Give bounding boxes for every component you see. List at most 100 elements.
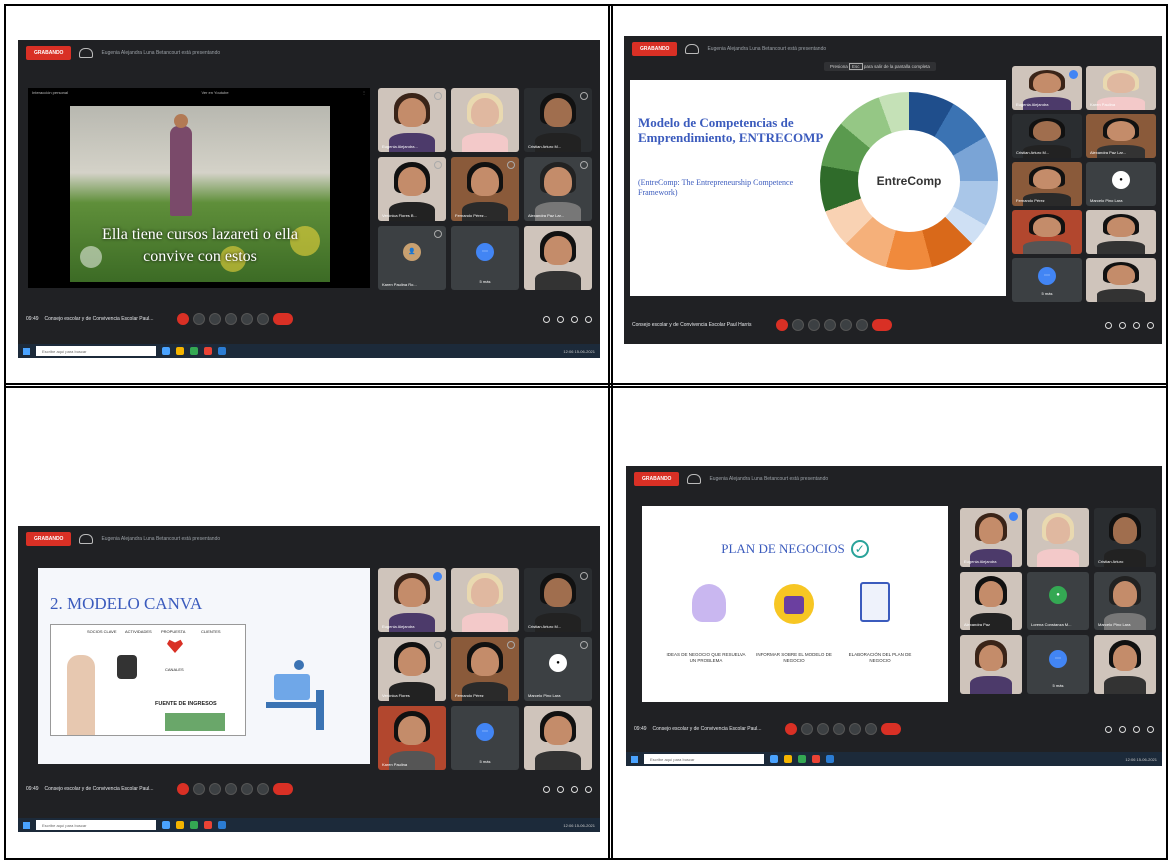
edge-icon[interactable] — [770, 755, 778, 763]
participant-tile[interactable] — [1027, 508, 1089, 567]
word-icon[interactable] — [218, 821, 226, 829]
people-icon[interactable] — [1119, 321, 1126, 329]
info-icon[interactable] — [543, 315, 550, 323]
participant-tile[interactable] — [451, 88, 519, 152]
info-icon[interactable] — [1105, 725, 1112, 733]
activities-icon[interactable] — [585, 785, 592, 793]
word-icon[interactable] — [218, 347, 226, 355]
participant-tile[interactable]: Fernando Pérez — [1012, 162, 1082, 206]
end-call-button[interactable] — [273, 313, 294, 325]
windows-start-icon[interactable] — [631, 755, 638, 763]
video-options-icon[interactable]: ⋮ — [362, 90, 366, 96]
info-icon[interactable] — [543, 785, 550, 793]
participant-tile[interactable]: Verónica Flores B... — [378, 157, 446, 221]
activities-icon[interactable] — [585, 315, 592, 323]
more-participants-tile[interactable]: ⋯ 5 más — [1012, 258, 1082, 302]
more-options-button[interactable] — [855, 319, 868, 331]
participant-tile[interactable] — [960, 635, 1022, 694]
chrome-icon[interactable] — [812, 755, 820, 763]
activities-icon[interactable] — [1147, 321, 1154, 329]
participant-tile[interactable]: ● Lorena Constanza M... — [1027, 571, 1089, 631]
edge-icon[interactable] — [162, 821, 170, 829]
participant-tile[interactable]: Eugenia Alejandra — [378, 568, 446, 632]
mic-off-button[interactable] — [177, 313, 190, 325]
participant-tile[interactable]: Cristian Arturo M... — [524, 568, 592, 632]
participant-tile[interactable]: Alexandra Paz — [960, 571, 1022, 631]
participant-tile[interactable]: Fernando Pérez — [451, 637, 519, 701]
participant-tile[interactable]: Cristian Arturo M... — [524, 88, 592, 152]
participant-tile[interactable]: Verónica Flores — [378, 637, 446, 701]
people-icon[interactable] — [557, 315, 564, 323]
people-icon[interactable] — [557, 785, 564, 793]
camera-button[interactable] — [801, 723, 814, 735]
captions-button[interactable] — [817, 723, 830, 735]
present-button[interactable] — [839, 319, 852, 331]
raise-hand-button[interactable] — [225, 783, 238, 795]
end-call-button[interactable] — [871, 319, 892, 331]
store-icon[interactable] — [190, 347, 198, 355]
camera-button[interactable] — [193, 313, 206, 325]
participant-tile[interactable]: Cristian Arturo — [1094, 508, 1156, 567]
store-icon[interactable] — [798, 755, 806, 763]
activities-icon[interactable] — [1147, 725, 1154, 733]
mic-off-button[interactable] — [775, 319, 788, 331]
present-button[interactable] — [241, 313, 254, 325]
end-call-button[interactable] — [881, 723, 902, 735]
more-options-button[interactable] — [257, 783, 270, 795]
present-button[interactable] — [849, 723, 862, 735]
raise-hand-button[interactable] — [833, 723, 846, 735]
participant-tile[interactable]: Cristian Arturo M... — [1012, 114, 1082, 158]
participant-tile[interactable]: 👤 Karen Paulina Ro... — [378, 226, 446, 290]
video-watch-label[interactable]: Ver en Youtube — [201, 90, 228, 96]
chat-icon[interactable] — [1133, 725, 1140, 733]
participant-tile[interactable]: ● Marcelo Pino Lara — [524, 637, 592, 701]
chrome-icon[interactable] — [204, 347, 212, 355]
raise-hand-button[interactable] — [823, 319, 836, 331]
more-options-button[interactable] — [865, 723, 878, 735]
windows-start-icon[interactable] — [23, 821, 30, 829]
store-icon[interactable] — [190, 821, 198, 829]
mic-off-button[interactable] — [785, 723, 798, 735]
taskbar-search-input[interactable]: Escribe aquí para buscar — [36, 820, 156, 830]
more-participants-tile[interactable]: ⋯ 5 más — [451, 706, 519, 770]
more-participants-tile[interactable]: ⋯ 5 más — [1027, 635, 1089, 694]
participant-tile[interactable]: Alexandra Paz Lar... — [1086, 114, 1156, 158]
more-options-button[interactable] — [257, 313, 270, 325]
participant-tile[interactable]: Eugenia Alejandra... — [378, 88, 446, 152]
taskbar-search-input[interactable]: Escribe aquí para buscar — [644, 754, 764, 764]
participant-tile[interactable]: Karen Paulina — [1086, 66, 1156, 110]
end-call-button[interactable] — [273, 783, 294, 795]
captions-button[interactable] — [807, 319, 820, 331]
chrome-icon[interactable] — [204, 821, 212, 829]
present-button[interactable] — [241, 783, 254, 795]
file-explorer-icon[interactable] — [176, 347, 184, 355]
participant-tile[interactable] — [1094, 635, 1156, 694]
participant-tile[interactable] — [451, 568, 519, 632]
captions-button[interactable] — [209, 313, 222, 325]
participant-tile[interactable]: Fernando Pérez... — [451, 157, 519, 221]
participant-tile[interactable] — [1012, 210, 1082, 254]
participant-tile[interactable]: Eugenia Alejandra — [1012, 66, 1082, 110]
people-icon[interactable] — [1119, 725, 1126, 733]
chat-icon[interactable] — [571, 785, 578, 793]
participant-tile[interactable]: Alexandra Paz Lar... — [524, 157, 592, 221]
file-explorer-icon[interactable] — [784, 755, 792, 763]
mic-off-button[interactable] — [177, 783, 190, 795]
info-icon[interactable] — [1105, 321, 1112, 329]
participant-tile[interactable] — [1086, 258, 1156, 302]
more-participants-tile[interactable]: ⋯ 5 más — [451, 226, 519, 290]
participant-tile[interactable] — [524, 706, 592, 770]
chat-icon[interactable] — [571, 315, 578, 323]
participant-tile[interactable]: Eugenia Alejandra — [960, 508, 1022, 567]
windows-start-icon[interactable] — [23, 347, 30, 355]
captions-button[interactable] — [209, 783, 222, 795]
participant-tile[interactable]: ● Marcelo Pino Lara — [1086, 162, 1156, 206]
chat-icon[interactable] — [1133, 321, 1140, 329]
camera-button[interactable] — [193, 783, 206, 795]
file-explorer-icon[interactable] — [176, 821, 184, 829]
participant-tile[interactable]: Karen Paulina — [378, 706, 446, 770]
participant-tile[interactable]: Marcelo Pino Lara — [1094, 571, 1156, 631]
camera-button[interactable] — [791, 319, 804, 331]
taskbar-search-input[interactable]: Escribe aquí para buscar — [36, 346, 156, 356]
participant-tile[interactable] — [1086, 210, 1156, 254]
